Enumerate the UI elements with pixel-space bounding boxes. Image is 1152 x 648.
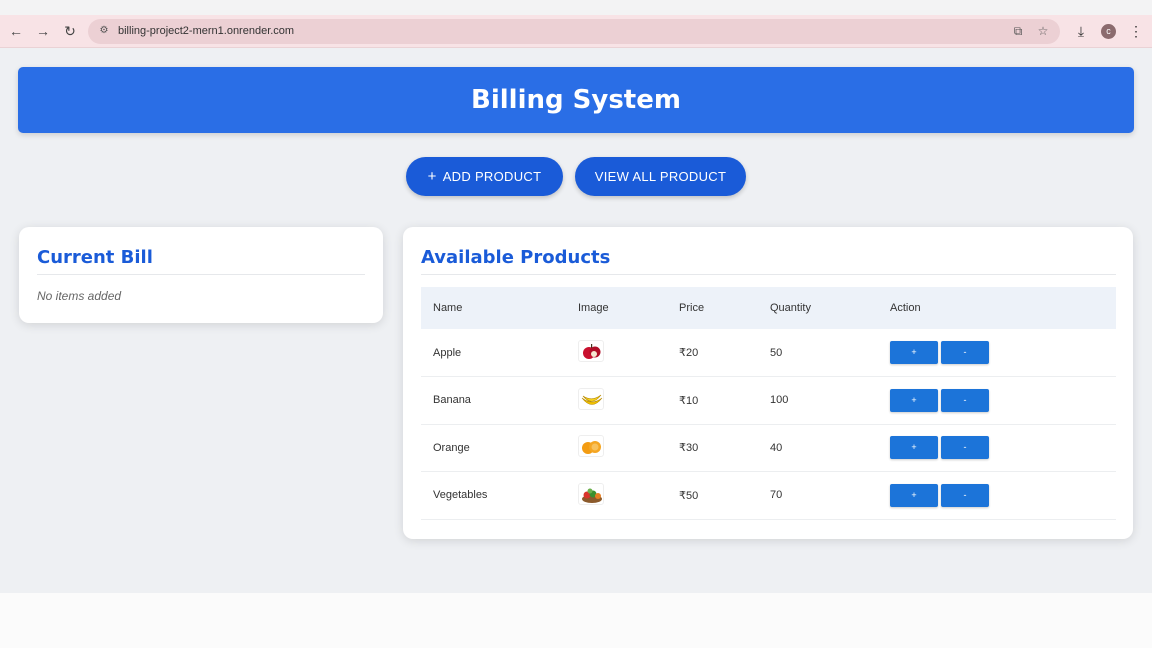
available-products-title: Available Products xyxy=(421,247,611,268)
back-icon[interactable]: ← xyxy=(6,21,26,41)
url-text[interactable]: billing-project2-mern1.onrender.com xyxy=(118,25,294,37)
column-header-name: Name xyxy=(433,302,463,314)
current-bill-card: Current Bill No items added xyxy=(19,227,383,323)
browser-toolbar: ← → ↻ ⚙ billing-project2-mern1.onrender.… xyxy=(0,15,1152,48)
app-header: Billing System xyxy=(18,67,1134,133)
plus-icon: + xyxy=(427,168,437,185)
site-settings-icon[interactable]: ⚙ xyxy=(97,24,111,38)
table-row: Banana ₹10 100 + - xyxy=(421,377,1116,424)
apple-image xyxy=(578,340,604,362)
product-name: Apple xyxy=(433,346,462,359)
table-row: Vegetables ₹50 70 + - xyxy=(421,472,1116,519)
decrease-button[interactable]: - xyxy=(941,483,989,507)
column-header-action: Action xyxy=(890,302,921,314)
increase-button[interactable]: + xyxy=(890,483,938,507)
available-products-card: Available Products Name Image Price Quan… xyxy=(403,227,1133,539)
increase-button[interactable]: + xyxy=(890,388,938,412)
profile-avatar[interactable]: c xyxy=(1101,24,1116,39)
add-product-label: ADD PRODUCT xyxy=(442,169,542,184)
install-app-icon[interactable]: ⧉ xyxy=(1010,23,1026,39)
product-quantity: 70 xyxy=(770,489,783,502)
increase-button[interactable]: + xyxy=(890,436,938,460)
product-quantity: 40 xyxy=(770,441,783,454)
divider xyxy=(37,274,365,275)
empty-bill-message: No items added xyxy=(37,289,122,303)
vegetables-image xyxy=(578,482,604,505)
decrease-button[interactable]: - xyxy=(941,436,989,460)
column-header-price: Price xyxy=(679,302,705,314)
product-name: Vegetables xyxy=(433,489,488,502)
product-name: Banana xyxy=(433,394,471,407)
table-row: Apple ₹20 50 + - xyxy=(421,329,1116,377)
column-header-image: Image xyxy=(578,302,609,314)
products-table: Name Image Price Quantity Action Apple ₹… xyxy=(421,287,1116,520)
address-bar[interactable]: ⚙ billing-project2-mern1.onrender.com ⧉ … xyxy=(88,19,1060,44)
page-title: Billing System xyxy=(471,85,681,115)
app-area: Billing System + ADD PRODUCT VIEW ALL PRO… xyxy=(0,48,1152,593)
bookmark-star-icon[interactable]: ☆ xyxy=(1035,23,1051,39)
product-price: ₹10 xyxy=(679,394,699,407)
forward-icon[interactable]: → xyxy=(33,21,53,41)
download-icon[interactable]: ⤓ xyxy=(1071,21,1091,41)
product-price: ₹20 xyxy=(679,347,699,359)
view-all-label: VIEW ALL PRODUCT xyxy=(594,169,727,184)
column-header-quantity: Quantity xyxy=(770,302,811,314)
table-header-row: Name Image Price Quantity Action xyxy=(421,287,1116,329)
product-price: ₹50 xyxy=(679,489,699,502)
window-top-strip xyxy=(0,0,1152,15)
product-quantity: 100 xyxy=(770,394,789,407)
orange-image xyxy=(578,435,604,458)
view-all-products-button[interactable]: VIEW ALL PRODUCT xyxy=(575,157,746,196)
product-quantity: 50 xyxy=(770,346,783,359)
increase-button[interactable]: + xyxy=(890,341,938,364)
banana-image xyxy=(578,387,604,410)
decrease-button[interactable]: - xyxy=(941,388,989,412)
menu-kebab-icon[interactable]: ⋮ xyxy=(1126,21,1146,41)
reload-icon[interactable]: ↻ xyxy=(60,21,80,41)
product-price: ₹30 xyxy=(679,442,699,455)
add-product-button[interactable]: + ADD PRODUCT xyxy=(406,157,563,196)
decrease-button[interactable]: - xyxy=(941,341,989,364)
table-row: Orange ₹30 40 + - xyxy=(421,424,1116,472)
current-bill-title: Current Bill xyxy=(37,247,153,268)
divider xyxy=(421,274,1116,275)
product-name: Orange xyxy=(433,441,470,454)
